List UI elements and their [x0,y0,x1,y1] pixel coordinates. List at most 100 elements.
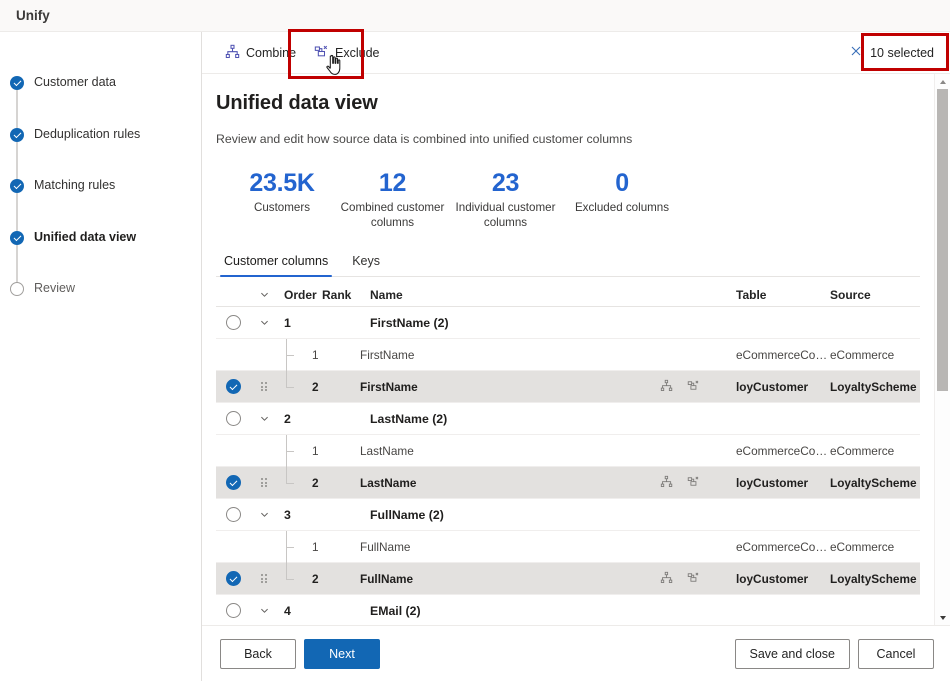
vertical-scrollbar[interactable] [934,74,950,625]
row-drag-handle[interactable] [250,573,278,584]
wizard-step-unified-data-view[interactable]: Unified data view [0,229,201,283]
row-select-checkbox[interactable] [216,507,250,522]
wizard-step-deduplication-rules[interactable]: Deduplication rules [0,126,201,180]
wizard-step-matching-rules[interactable]: Matching rules [0,178,201,231]
group-expand-chevron[interactable] [250,605,278,616]
drag-dots-icon [260,381,268,392]
group-expand-chevron[interactable] [250,509,278,520]
step-label: Deduplication rules [34,126,141,141]
row-exclude-icon[interactable] [687,475,700,491]
step-label: Review [34,281,75,295]
row-drag-handle[interactable] [250,381,278,392]
checkbox-unchecked-icon [225,315,241,330]
page-subtitle: Review and edit how source data is combi… [216,132,633,146]
row-combine-icon[interactable] [660,379,673,395]
grid-child-row[interactable]: 2 LastName loyCustomer LoyaltyScheme [216,466,920,499]
row-combine-icon[interactable] [660,475,673,491]
wizard-step-customer-data[interactable]: Customer data [0,75,201,128]
row-order: 1 [284,315,291,330]
wizard-step-review[interactable]: Review [0,281,201,334]
row-select-checkbox[interactable] [216,315,250,330]
row-table: eCommerceConta… [736,443,830,458]
row-name: LastName (2) [370,411,448,426]
grid-child-row[interactable]: 2 FullName loyCustomer LoyaltyScheme [216,562,920,595]
next-button[interactable]: Next [304,638,380,669]
row-select-checkbox[interactable] [216,603,250,618]
grid-group-row[interactable]: 3 FullName (2) [216,499,920,531]
row-actions [660,571,736,587]
row-table: loyCustomer [736,571,809,586]
cancel-button[interactable]: Cancel [858,638,934,669]
content-pane: Combine Exclude 10 selected Unified data… [202,29,950,681]
grid-header-source[interactable]: Source [830,288,920,302]
step-label: Unified data view [34,229,137,244]
grid-child-row[interactable]: 1 FullName eCommerceConta…eCommerce [216,530,920,563]
scroll-down-arrow[interactable] [939,610,947,625]
row-source: LoyaltyScheme [830,475,917,490]
step-label: Matching rules [34,178,116,192]
grid-header-name[interactable]: Name [360,288,660,302]
drag-dots-icon [260,477,268,488]
step-check-icon [10,230,24,245]
checkbox-checked-icon [225,571,241,586]
exclude-icon [314,44,329,62]
scrollbar-track[interactable] [935,89,950,610]
row-source: LoyaltyScheme [830,571,917,586]
row-select-checkbox[interactable] [216,379,250,394]
row-source: eCommerce [830,347,895,362]
row-tree-connector [278,338,306,371]
save-and-close-button[interactable]: Save and close [734,638,850,669]
row-exclude-icon[interactable] [687,379,700,395]
row-tree-connector [278,562,306,595]
row-select-checkbox[interactable] [216,571,250,586]
stat-value: 23.5K [249,169,315,197]
grid-child-row[interactable]: 1 FirstName eCommerceConta…eCommerce [216,338,920,371]
step-label: Customer data [34,75,116,89]
stats-row: 23.5K Customers 12 Combined customer column… [216,168,920,230]
checkbox-checked-icon [225,379,241,394]
tab-strip: Customer columns Keys [216,250,920,277]
group-expand-chevron[interactable] [250,413,278,424]
expand-all-chevron[interactable] [250,289,278,300]
row-order: 2 [284,411,291,426]
row-rank: 2 [312,379,319,394]
scroll-up-arrow[interactable] [939,74,947,89]
clear-selection-button[interactable]: 10 selected [843,37,944,69]
tab-keys[interactable]: Keys [348,250,384,276]
row-drag-handle[interactable] [250,477,278,488]
row-combine-icon[interactable] [660,571,673,587]
row-order: 3 [284,507,291,522]
drag-dots-icon [260,573,268,584]
grid-header-table[interactable]: Table [736,288,830,302]
stat-card: 12 Combined customer columns [336,168,449,230]
grid-group-row[interactable]: 4 EMail (2) [216,595,920,625]
checkbox-unchecked-icon [225,507,241,522]
combine-label: Combine [246,45,297,60]
back-button[interactable]: Back [220,638,296,669]
row-tree-connector [278,370,306,403]
row-table: eCommerceConta… [736,539,830,554]
wizard-steps-rail: Customer data Deduplication rules Matching… [0,32,202,681]
grid-header-order[interactable]: Order [278,288,317,302]
row-select-checkbox[interactable] [216,475,250,490]
row-exclude-icon[interactable] [687,571,700,587]
tab-customer-columns[interactable]: Customer columns [220,250,333,277]
scrollbar-thumb[interactable] [937,89,948,392]
grid-child-row[interactable]: 1 LastName eCommerceConta…eCommerce [216,434,920,467]
row-table: loyCustomer [736,475,809,490]
grid-header-rank[interactable]: Rank [316,288,360,302]
row-source: eCommerce [830,539,895,554]
row-select-checkbox[interactable] [216,411,250,426]
grid-group-row[interactable]: 1 FirstName (2) [216,307,920,339]
row-actions [660,475,736,491]
step-marker [10,230,24,283]
exclude-button[interactable]: Exclude [305,37,388,69]
grid-group-row[interactable]: 2 LastName (2) [216,403,920,435]
row-name: LastName [360,475,417,490]
exclude-label: Exclude [335,45,380,60]
row-table: eCommerceConta… [736,347,830,362]
stat-value: 12 [378,169,407,197]
combine-button[interactable]: Combine [216,37,305,69]
group-expand-chevron[interactable] [250,317,278,328]
grid-child-row[interactable]: 2 FirstName loyCustomer LoyaltyScheme [216,370,920,403]
